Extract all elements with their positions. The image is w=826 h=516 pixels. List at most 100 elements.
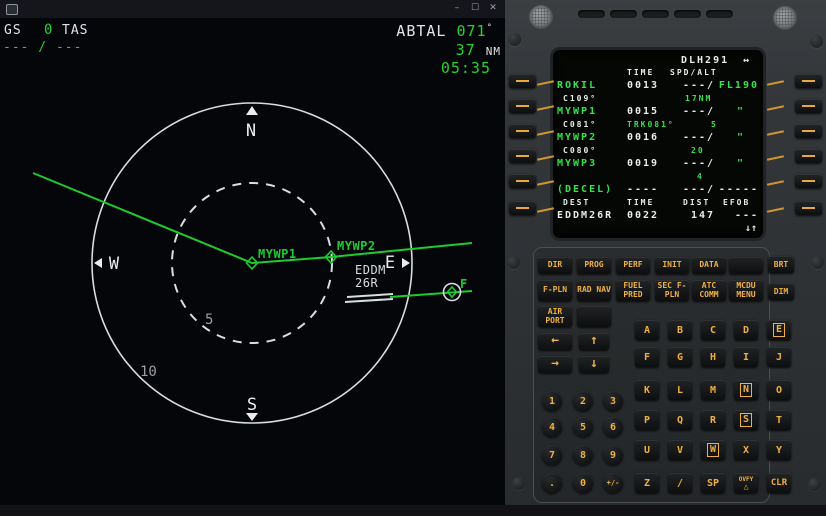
fpln-key[interactable]: F-PLN xyxy=(538,280,572,301)
key-c[interactable]: C xyxy=(701,320,725,340)
key-5[interactable]: 5 xyxy=(573,417,593,437)
lsk-left-5[interactable] xyxy=(509,174,536,188)
key-w[interactable]: W xyxy=(701,440,725,460)
key-u[interactable]: U xyxy=(635,440,659,460)
key-s[interactable]: S xyxy=(734,410,758,430)
fpln-label-row: 4 xyxy=(553,172,763,184)
prog-key[interactable]: PROG xyxy=(577,257,611,274)
lsk-right-2[interactable] xyxy=(795,99,822,113)
row-time: 0019 xyxy=(627,158,660,169)
leg-course: C080° xyxy=(563,146,598,155)
row-alt: " xyxy=(736,132,745,143)
row-time: ---- xyxy=(627,184,660,195)
secfpln-key[interactable]: SEC F-PLN xyxy=(655,280,689,301)
key-plusminus[interactable]: +/- xyxy=(603,473,623,493)
airport-key[interactable]: AIR PORT xyxy=(538,306,572,327)
key-0[interactable]: 0 xyxy=(573,473,593,493)
lsk-left-6[interactable] xyxy=(509,201,536,215)
key-y[interactable]: Y xyxy=(767,440,791,460)
ovfy-key[interactable]: OVFY △ xyxy=(734,473,758,493)
key-7[interactable]: 7 xyxy=(542,445,562,465)
lsk-left-2[interactable] xyxy=(509,99,536,113)
key-m[interactable]: M xyxy=(701,380,725,400)
east-pointer-icon xyxy=(402,258,410,268)
key-4[interactable]: 4 xyxy=(542,417,562,437)
slew-right-key[interactable]: → xyxy=(538,356,572,373)
key-k[interactable]: K xyxy=(635,380,659,400)
row-alt: ----- xyxy=(718,184,759,195)
key-o[interactable]: O xyxy=(767,380,791,400)
key-d[interactable]: D xyxy=(734,320,758,340)
lsk-pointer xyxy=(536,207,555,213)
waypoint1-label: MYWP1 xyxy=(258,247,297,261)
blank-key[interactable] xyxy=(577,306,611,327)
key-p[interactable]: P xyxy=(635,410,659,430)
key-2[interactable]: 2 xyxy=(573,391,593,411)
key-g[interactable]: G xyxy=(668,347,692,367)
key-v[interactable]: V xyxy=(668,440,692,460)
dist-header: DIST xyxy=(683,198,711,207)
leg-distance: 17NM xyxy=(685,94,713,103)
key-q[interactable]: Q xyxy=(668,410,692,430)
lsk-right-4[interactable] xyxy=(795,149,822,163)
atccomm-key[interactable]: ATC COMM xyxy=(692,280,726,301)
runway-symbol xyxy=(344,298,394,303)
lsk-pointer xyxy=(536,180,555,186)
key-j[interactable]: J xyxy=(767,347,791,367)
lsk-right-6[interactable] xyxy=(795,201,822,215)
key-8[interactable]: 8 xyxy=(573,445,593,465)
dim-key[interactable]: DIM xyxy=(768,283,794,300)
data-key[interactable]: DATA xyxy=(692,257,726,274)
key-slash[interactable]: / xyxy=(668,473,692,493)
key-n[interactable]: N xyxy=(734,380,758,400)
lsk-right-1[interactable] xyxy=(795,74,822,88)
key-x[interactable]: X xyxy=(734,440,758,460)
dir-key[interactable]: DIR xyxy=(538,257,572,274)
key-9[interactable]: 9 xyxy=(603,445,623,465)
close-button[interactable]: ✕ xyxy=(485,1,501,16)
key-z[interactable]: Z xyxy=(635,473,659,493)
slew-down-key[interactable]: ↓ xyxy=(579,356,609,373)
dest-header-row: DEST TIME DIST EFOB xyxy=(553,198,763,210)
fuelpred-key[interactable]: FUEL PRED xyxy=(616,280,650,301)
brt-key[interactable]: BRT xyxy=(768,256,794,273)
key-r[interactable]: R xyxy=(701,410,725,430)
radnav-key[interactable]: RAD NAV xyxy=(577,280,611,301)
west-pointer-icon xyxy=(94,258,102,268)
key-b[interactable]: B xyxy=(668,320,692,340)
lsk-left-1[interactable] xyxy=(509,74,536,88)
compass-east: E xyxy=(385,253,395,273)
slew-up-key[interactable]: ↑ xyxy=(579,333,609,350)
vent-slot xyxy=(610,10,637,18)
fpln-label-row: C080° 20 xyxy=(553,146,763,158)
lateral-rev-arrows: ↔ xyxy=(743,55,750,66)
minimize-button[interactable]: – xyxy=(449,1,465,16)
key-3[interactable]: 3 xyxy=(603,391,623,411)
key-l[interactable]: L xyxy=(668,380,692,400)
key-a[interactable]: A xyxy=(635,320,659,340)
column-header-time: TIME xyxy=(627,68,655,77)
lsk-left-3[interactable] xyxy=(509,124,536,138)
key-f[interactable]: F xyxy=(635,347,659,367)
key-h[interactable]: H xyxy=(701,347,725,367)
key-i[interactable]: I xyxy=(734,347,758,367)
key-1[interactable]: 1 xyxy=(542,391,562,411)
init-key[interactable]: INIT xyxy=(655,257,689,274)
blank-key[interactable] xyxy=(729,257,763,274)
lsk-right-3[interactable] xyxy=(795,124,822,138)
key-6[interactable]: 6 xyxy=(603,417,623,437)
lsk-right-5[interactable] xyxy=(795,174,822,188)
slew-left-key[interactable]: ← xyxy=(538,333,572,350)
key-space[interactable]: SP xyxy=(701,473,725,493)
key-t[interactable]: T xyxy=(767,410,791,430)
key-e[interactable]: E xyxy=(767,320,791,340)
maximize-button[interactable]: ☐ xyxy=(467,1,483,16)
north-pointer-icon xyxy=(246,106,258,115)
perf-key[interactable]: PERF xyxy=(616,257,650,274)
key-decimal[interactable]: . xyxy=(542,473,562,493)
mcdumenu-key[interactable]: MCDU MENU xyxy=(729,280,763,301)
dest-efob: --- xyxy=(735,210,760,221)
lsk-left-4[interactable] xyxy=(509,149,536,163)
clr-key[interactable]: CLR xyxy=(767,473,791,493)
vent-slot xyxy=(578,10,605,18)
